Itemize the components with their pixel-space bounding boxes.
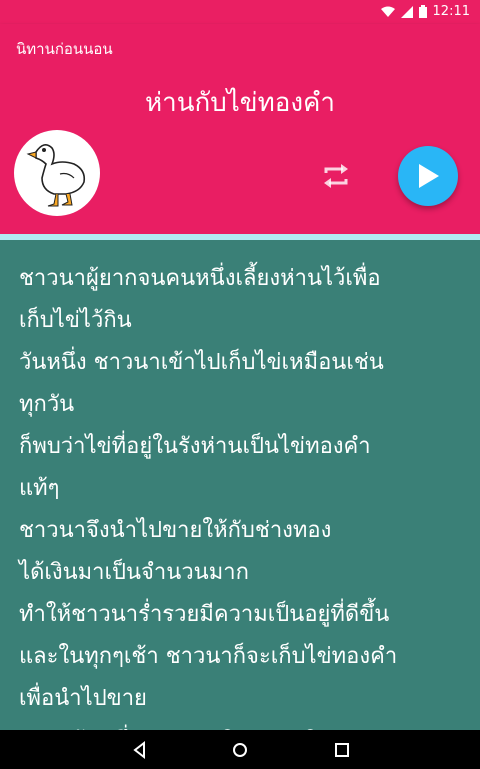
goose-avatar bbox=[14, 130, 100, 216]
back-icon bbox=[133, 740, 145, 760]
signal-icon bbox=[400, 5, 413, 18]
recents-icon bbox=[335, 743, 349, 757]
story-line: ทุกวัน bbox=[19, 392, 75, 417]
play-button[interactable] bbox=[398, 146, 458, 206]
story-line: และในทุกๆเช้า ชาวนาก็จะเก็บไข่ทองคำ bbox=[19, 644, 398, 669]
app-title: นิทานก่อนนอน bbox=[16, 40, 113, 58]
repeat-button[interactable] bbox=[318, 158, 354, 194]
story-line: ชาวนาผู้ยากจนคนหนึ่งเลี้ยงห่านไว้เพื่อ bbox=[19, 266, 381, 291]
wifi-icon bbox=[380, 6, 395, 17]
story-line: ทำให้ชาวนาร่ำรวยมีความเป็นอยู่ที่ดีขึ้น bbox=[19, 602, 390, 627]
story-line: เก็บไข่ไว้กิน bbox=[19, 308, 132, 333]
story-line: อยู่มาวันหนึ่ง ชาวนาเกิดความคิดว่า bbox=[19, 720, 466, 730]
back-button[interactable] bbox=[130, 740, 150, 760]
story-line: เพื่อนำไปขาย bbox=[19, 686, 147, 711]
recents-button[interactable] bbox=[332, 740, 352, 760]
status-time: 12:11 bbox=[432, 4, 470, 19]
story-line: ได้เงินมาเป็นจำนวนมาก bbox=[19, 560, 249, 585]
story-text: ชาวนาผู้ยากจนคนหนึ่งเลี้ยงห่านไว้เพื่อเก… bbox=[0, 240, 480, 730]
story-line: วันหนึ่ง ชาวนาเข้าไปเก็บไข่เหมือนเช่น bbox=[19, 350, 384, 375]
story-text-panel[interactable]: ชาวนาผู้ยากจนคนหนึ่งเลี้ยงห่านไว้เพื่อเก… bbox=[0, 234, 480, 730]
story-line: ชาวนาจึงนำไปขายให้กับช่างทอง bbox=[19, 518, 332, 543]
story-line: แท้ๆ bbox=[19, 476, 60, 501]
home-icon bbox=[233, 743, 247, 757]
goose-illustration bbox=[26, 144, 86, 207]
home-button[interactable] bbox=[230, 740, 250, 760]
status-bar: 12:11 bbox=[0, 0, 480, 24]
play-icon bbox=[419, 164, 439, 188]
app-bar: นิทานก่อนนอน bbox=[0, 24, 480, 72]
repeat-icon bbox=[324, 164, 348, 188]
navigation-bar bbox=[0, 730, 480, 769]
story-header: ห่านกับไข่ทองคำ bbox=[0, 72, 480, 234]
story-title: ห่านกับไข่ทองคำ bbox=[144, 88, 336, 118]
battery-icon bbox=[418, 5, 427, 18]
story-line: ก็พบว่าไข่ที่อยู่ในรังห่านเป็นไข่ทองคำ bbox=[19, 434, 371, 459]
